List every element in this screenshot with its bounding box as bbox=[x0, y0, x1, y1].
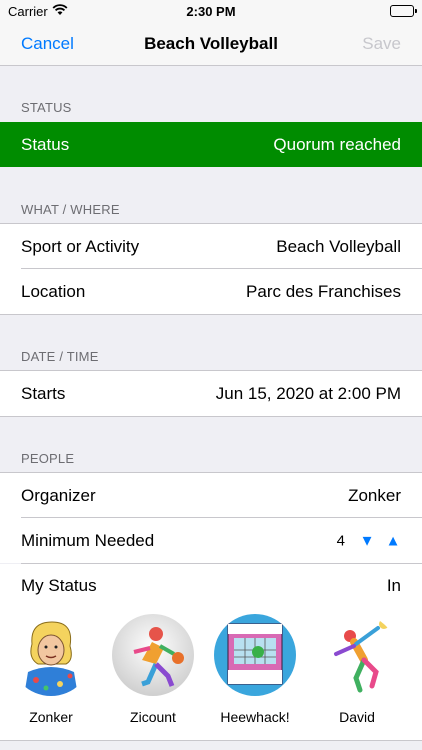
minimum-needed-label: Minimum Needed bbox=[21, 530, 155, 550]
increment-arrow-icon[interactable]: ▲ bbox=[385, 532, 401, 549]
location-label: Location bbox=[21, 281, 86, 301]
section-header-what-where: WHAT / WHERE bbox=[21, 202, 120, 217]
sport-value: Beach Volleyball bbox=[276, 236, 401, 256]
starts-value: Jun 15, 2020 at 2:00 PM bbox=[215, 383, 401, 403]
divider bbox=[0, 416, 422, 417]
minimum-needed-value: 4 bbox=[336, 532, 345, 549]
person-name: Heewhack! bbox=[220, 709, 290, 725]
minimum-needed-stepper: 4 ▼ ▲ bbox=[337, 532, 401, 549]
volleyball-player-avatar-icon bbox=[316, 614, 398, 696]
decrement-arrow-icon[interactable]: ▼ bbox=[359, 532, 375, 549]
status-label: Status bbox=[21, 134, 70, 154]
sport-label: Sport or Activity bbox=[21, 236, 140, 256]
my-status-label: My Status bbox=[21, 576, 97, 595]
person-david[interactable]: David bbox=[312, 608, 402, 740]
my-status-row[interactable]: My Status In bbox=[0, 564, 422, 608]
person-heewhack[interactable]: Heewhack! bbox=[210, 608, 300, 740]
clock: 2:30 PM bbox=[186, 4, 236, 19]
status-row[interactable]: Status Quorum reached bbox=[0, 122, 422, 167]
battery-icon bbox=[390, 5, 417, 17]
my-status-value: In bbox=[386, 576, 401, 595]
person-zicount[interactable]: Zicount bbox=[108, 608, 198, 740]
save-button[interactable]: Save bbox=[362, 34, 401, 54]
starts-row[interactable]: Starts Jun 15, 2020 at 2:00 PM bbox=[0, 371, 422, 416]
status-value: Quorum reached bbox=[273, 134, 401, 154]
divider bbox=[0, 314, 422, 315]
basketball-player-avatar-icon bbox=[112, 614, 194, 696]
person-zonker[interactable]: Zonker bbox=[6, 608, 96, 740]
divider bbox=[0, 740, 422, 741]
cartoon-avatar-icon bbox=[10, 614, 92, 696]
location-row[interactable]: Location Parc des Franchises bbox=[0, 269, 422, 314]
organizer-row[interactable]: Organizer Zonker bbox=[0, 473, 422, 518]
section-header-date-time: DATE / TIME bbox=[21, 349, 99, 364]
organizer-value: Zonker bbox=[348, 485, 401, 505]
people-list: Zonker Zicount Heewhack! David bbox=[0, 608, 422, 740]
section-header-status: STATUS bbox=[21, 100, 72, 115]
person-name: David bbox=[339, 709, 375, 725]
sport-row[interactable]: Sport or Activity Beach Volleyball bbox=[0, 224, 422, 269]
starts-label: Starts bbox=[21, 383, 66, 403]
section-header-people: PEOPLE bbox=[21, 451, 75, 466]
person-name: Zonker bbox=[29, 709, 73, 725]
page-title: Beach Volleyball bbox=[144, 34, 278, 53]
organizer-label: Organizer bbox=[21, 485, 96, 505]
navigation-bar: Cancel Beach Volleyball Save bbox=[0, 24, 422, 66]
minimum-needed-row: Minimum Needed 4 ▼ ▲ bbox=[0, 518, 422, 563]
person-name: Zicount bbox=[130, 709, 176, 725]
status-bar: Carrier 2:30 PM bbox=[0, 0, 422, 24]
album-cover-avatar-icon bbox=[214, 614, 296, 696]
location-value: Parc des Franchises bbox=[246, 281, 401, 301]
